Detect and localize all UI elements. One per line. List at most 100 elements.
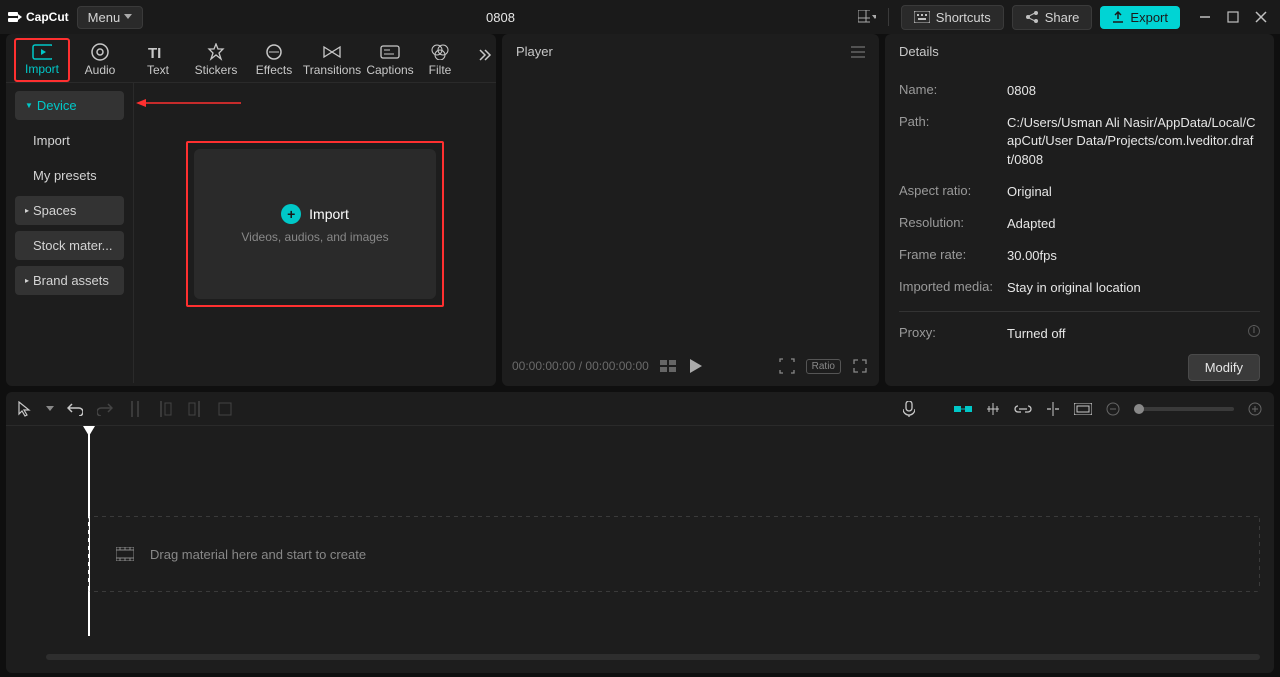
sidebar-item-device[interactable]: ▼Device: [15, 91, 124, 120]
tab-audio[interactable]: Audio: [72, 38, 128, 82]
zoom-thumb[interactable]: [1134, 404, 1144, 414]
detail-label: Name:: [899, 82, 1007, 100]
sidebar-item-import[interactable]: Import: [15, 126, 124, 155]
zoom-in-button[interactable]: [1246, 400, 1264, 418]
import-card-title-row: + Import: [281, 204, 349, 224]
sidebar-label: Spaces: [33, 203, 76, 218]
track-placeholder[interactable]: Drag material here and start to create: [88, 516, 1260, 592]
player-header: Player: [502, 34, 879, 69]
chevron-double-right-icon: [478, 48, 492, 62]
detail-row-resolution: Resolution:Adapted: [899, 208, 1260, 240]
topbar-right: Shortcuts Share Export: [858, 5, 1272, 30]
selection-tool[interactable]: [16, 400, 34, 418]
stickers-icon: [206, 43, 226, 61]
menu-button[interactable]: Menu: [77, 6, 144, 29]
layout-button[interactable]: [858, 10, 876, 24]
delete-left-button[interactable]: [156, 400, 174, 418]
menu-label: Menu: [88, 10, 121, 25]
modify-button[interactable]: Modify: [1188, 354, 1260, 381]
main-grid: Import Audio TI Text Stickers Effects Tr…: [0, 34, 1280, 386]
detail-row-imported: Imported media:Stay in original location: [899, 272, 1260, 304]
undo-button[interactable]: [66, 400, 84, 418]
info-icon[interactable]: i: [1248, 325, 1260, 337]
fullscreen-button[interactable]: [851, 357, 869, 375]
details-body: Name:0808 Path:C:/Users/Usman Ali Nasir/…: [885, 69, 1274, 386]
layout-icon: [858, 10, 870, 24]
plus-icon: +: [281, 204, 301, 224]
export-label: Export: [1130, 10, 1168, 25]
hamburger-icon[interactable]: [851, 46, 865, 58]
zoom-slider[interactable]: [1134, 407, 1234, 411]
tool-dropdown[interactable]: [46, 400, 54, 418]
detail-label: Imported media:: [899, 279, 1007, 297]
caret-right-icon: ▸: [25, 206, 29, 215]
clip-preview-button[interactable]: [1074, 400, 1092, 418]
detail-row-aspect: Aspect ratio:Original: [899, 176, 1260, 208]
tab-captions[interactable]: Captions: [362, 38, 418, 82]
tab-stickers[interactable]: Stickers: [188, 38, 244, 82]
close-button[interactable]: [1254, 10, 1268, 24]
captions-icon: [380, 43, 400, 61]
split-button[interactable]: [126, 400, 144, 418]
keyboard-icon: [914, 11, 930, 23]
sidebar-label: My presets: [33, 168, 97, 183]
sidebar-item-spaces[interactable]: ▸ Spaces: [15, 196, 124, 225]
sidebar-item-presets[interactable]: My presets: [15, 161, 124, 190]
detail-label: Aspect ratio:: [899, 183, 1007, 201]
media-content: + Import Videos, audios, and images: [134, 83, 496, 383]
export-button[interactable]: Export: [1100, 6, 1180, 29]
timeline-body[interactable]: Drag material here and start to create: [6, 426, 1274, 666]
detail-label: Proxy:: [899, 325, 1007, 343]
tab-transitions[interactable]: Transitions: [304, 38, 360, 82]
shortcuts-button[interactable]: Shortcuts: [901, 5, 1004, 30]
detail-value: Adapted: [1007, 215, 1260, 233]
scan-button[interactable]: [778, 357, 796, 375]
zoom-out-button[interactable]: [1104, 400, 1122, 418]
tab-filters[interactable]: Filte: [420, 38, 460, 82]
detail-label: Path:: [899, 114, 1007, 169]
app-logo: CapCut: [8, 10, 69, 24]
filters-icon: [430, 43, 450, 61]
tab-label: Import: [25, 62, 59, 76]
media-tabbar: Import Audio TI Text Stickers Effects Tr…: [6, 34, 496, 83]
delete-button[interactable]: [216, 400, 234, 418]
play-button[interactable]: [687, 357, 705, 375]
track-placeholder-text: Drag material here and start to create: [150, 547, 366, 562]
auto-snap-button[interactable]: [984, 400, 1002, 418]
tab-label: Captions: [366, 63, 413, 77]
tab-label: Transitions: [303, 63, 361, 77]
divider: [888, 8, 889, 26]
linkage-button[interactable]: [1014, 400, 1032, 418]
modify-row: Modify: [899, 354, 1260, 381]
redo-button[interactable]: [96, 400, 114, 418]
capcut-logo-icon: [8, 10, 22, 24]
project-title: 0808: [151, 10, 850, 25]
player-viewport: [502, 69, 879, 329]
delete-right-button[interactable]: [186, 400, 204, 418]
window-controls: [1198, 10, 1268, 24]
detail-label: Frame rate:: [899, 247, 1007, 265]
import-card-highlight: + Import Videos, audios, and images: [186, 141, 444, 307]
record-audio-button[interactable]: [900, 400, 918, 418]
annotation-arrow: [136, 103, 241, 105]
timeline-panel: Drag material here and start to create: [6, 392, 1274, 673]
tab-text[interactable]: TI Text: [130, 38, 186, 82]
tabs-scroll-right[interactable]: [478, 48, 492, 62]
maximize-button[interactable]: [1226, 10, 1240, 24]
tab-import[interactable]: Import: [14, 38, 70, 82]
share-button[interactable]: Share: [1012, 5, 1093, 30]
sidebar-item-brand[interactable]: ▸Brand assets: [15, 266, 124, 295]
preview-quality-button[interactable]: [659, 357, 677, 375]
share-label: Share: [1045, 10, 1080, 25]
main-track-magnet[interactable]: [954, 400, 972, 418]
timeline-scrollbar[interactable]: [46, 654, 1260, 660]
detail-value: C:/Users/Usman Ali Nasir/AppData/Local/C…: [1007, 114, 1260, 169]
minimize-button[interactable]: [1198, 10, 1212, 24]
import-card[interactable]: + Import Videos, audios, and images: [194, 149, 436, 299]
effects-icon: [264, 43, 284, 61]
ratio-button[interactable]: Ratio: [806, 359, 841, 374]
tab-effects[interactable]: Effects: [246, 38, 302, 82]
sidebar-item-stock[interactable]: Stock mater...: [15, 231, 124, 260]
preview-axis-button[interactable]: [1044, 400, 1062, 418]
media-strip-icon: [116, 547, 134, 561]
